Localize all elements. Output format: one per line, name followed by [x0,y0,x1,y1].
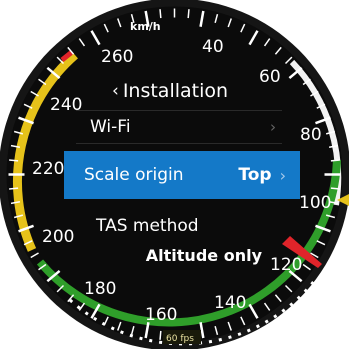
scale-label-200: 200 [42,227,74,247]
chevron-right-icon: › [270,118,276,136]
scale-label-140: 140 [214,293,246,313]
unit-label: km/h [130,20,161,33]
minor-tick [159,9,162,19]
menu-item-wifi[interactable]: Wi-Fi › [76,110,282,144]
minor-tick [9,159,19,162]
minor-tick [187,9,190,19]
minor-tick [9,187,19,190]
menu-item-value: Altitude only [145,246,262,265]
minor-tick [330,187,340,190]
menu-title: Installation [122,80,229,102]
scale-label-160: 160 [145,305,177,325]
menu-item-value: Top [238,165,272,185]
fps-badge: 60 fps [166,334,194,344]
menu-item-tas-method[interactable]: TAS method Altitude only [96,214,276,270]
scale-label-60: 60 [259,67,281,87]
menu-item-label: Wi-Fi [90,117,131,137]
scale-label-260: 260 [101,47,133,67]
menu-item-label: TAS method [96,216,199,236]
chevron-right-icon: › [279,165,286,185]
scale-label-40: 40 [202,37,224,57]
scale-label-180: 180 [84,279,116,299]
scale-label-220: 220 [32,159,64,179]
menu-back-title[interactable]: ‹ Installation [112,78,262,104]
minor-tick [159,330,162,340]
menu-item-label: Scale origin [84,165,184,185]
minor-tick [330,159,340,162]
scale-label-100: 100 [299,193,331,213]
scale-label-80: 80 [300,125,322,145]
chevron-left-icon: ‹ [112,81,119,101]
menu-item-scale-origin[interactable]: Scale origin Top › [64,151,300,199]
